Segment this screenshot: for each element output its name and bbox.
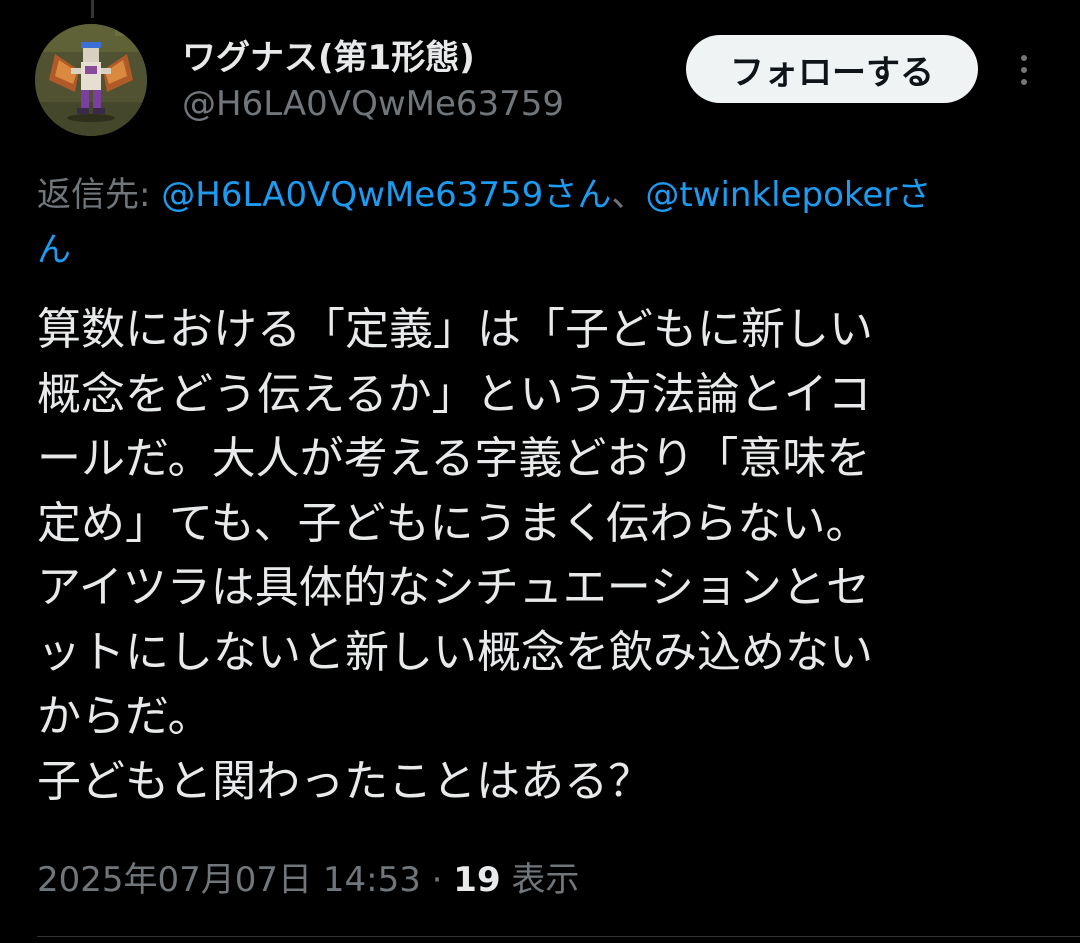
more-vertical-icon <box>1021 55 1027 61</box>
follow-button-label: フォローする <box>730 52 934 93</box>
author-display-name[interactable]: ワグナス(第1形態) <box>182 30 475 79</box>
tweet-timestamp[interactable]: 2025年07月07日 14:53 <box>37 860 421 900</box>
pixel-art-winged-creature-avatar-icon <box>35 24 147 136</box>
author-handle[interactable]: @H6LA0VQwMe63759 <box>182 84 564 124</box>
reply-mention-link[interactable]: @H6LA0VQwMe63759さん <box>161 175 611 215</box>
more-options-button[interactable] <box>1008 48 1040 92</box>
reply-to-prefix: 返信先: <box>37 175 162 215</box>
tweet-body-line: 子どもと関わったことはある？ <box>37 755 653 807</box>
tweet-body-line: 算数における「定義」は「子どもに新しい <box>37 304 873 355</box>
view-count-label: 表示 <box>500 860 580 900</box>
reply-mention-link[interactable]: @twinklepokerさ <box>645 175 931 215</box>
tweet-body: 算数における「定義」は「子どもに新しい 概念をどう伝えるか」という方法論とイコ … <box>37 298 1047 814</box>
more-vertical-icon-dot <box>1021 67 1027 73</box>
thread-connector-line <box>91 0 94 18</box>
more-vertical-icon-dot <box>1021 79 1027 85</box>
reply-mention-link-continuation[interactable]: ん <box>37 230 71 270</box>
tweet-body-line: アイツラは具体的なシチュエーションとセ <box>37 562 870 613</box>
meta-separator: · <box>420 860 454 900</box>
author-avatar[interactable] <box>35 24 147 136</box>
tweet-meta: 2025年07月07日 14:53 · 19 表示 <box>37 852 579 901</box>
reply-to-context: 返信先: @H6LA0VQwMe63759さん、@twinklepokerさん <box>37 168 1080 278</box>
tweet-body-line: ットにしないと新しい概念を飲み込めない <box>37 626 873 678</box>
reply-separator: 、 <box>611 175 646 215</box>
tweet-body-line: からだ。 <box>37 691 212 742</box>
tweet-body-line: 概念をどう伝えるか」という方法論とイコ <box>37 368 872 420</box>
tweet-body-line: 定め」ても、子どもにうまく伝わらない。 <box>37 497 870 549</box>
view-count: 19 <box>453 860 501 900</box>
bottom-divider <box>37 936 1080 937</box>
follow-button[interactable]: フォローする <box>686 35 978 103</box>
tweet-body-line: ールだ。大人が考える字義どおり「意味を <box>37 433 871 484</box>
